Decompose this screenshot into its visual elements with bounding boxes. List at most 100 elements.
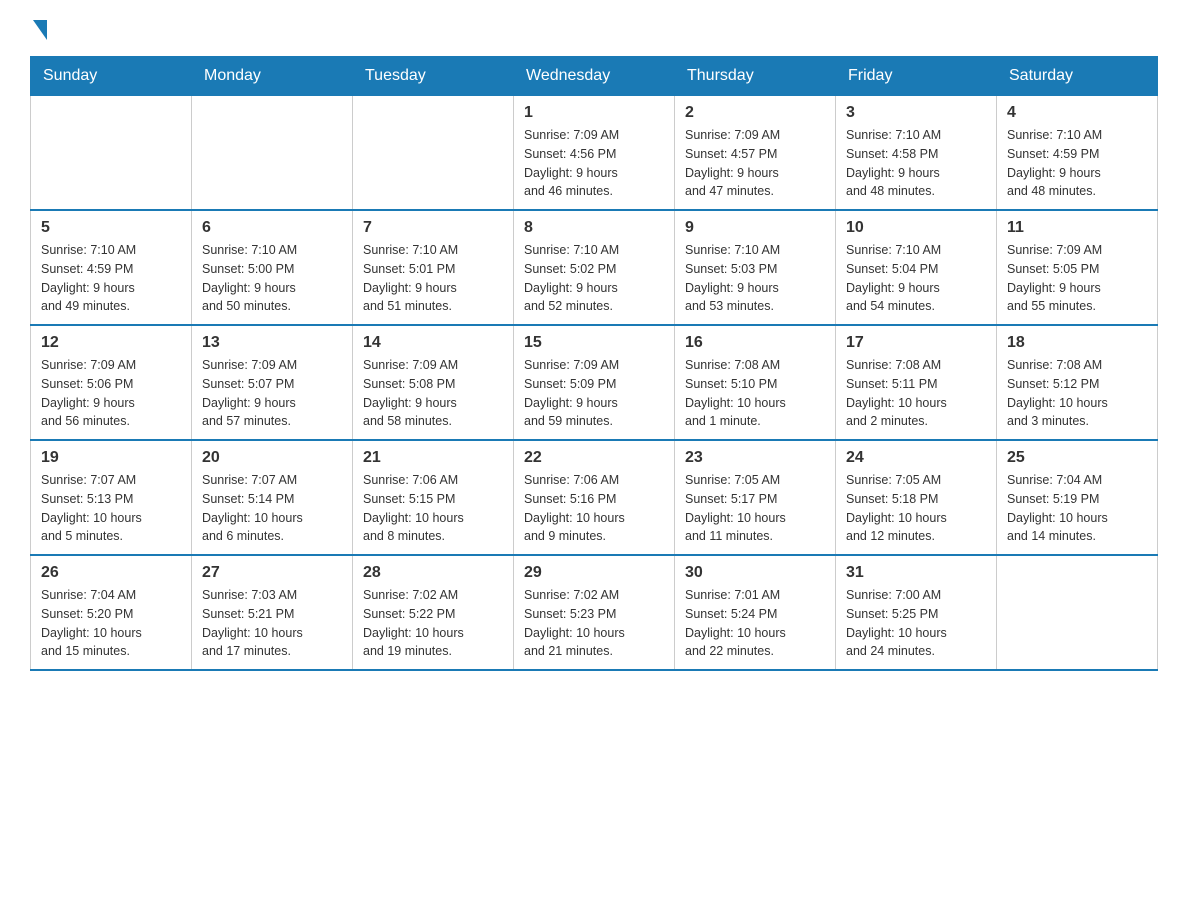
day-info: Sunrise: 7:10 AM Sunset: 4:59 PM Dayligh… bbox=[41, 241, 181, 316]
day-info: Sunrise: 7:02 AM Sunset: 5:22 PM Dayligh… bbox=[363, 586, 503, 661]
weekday-header-row: SundayMondayTuesdayWednesdayThursdayFrid… bbox=[31, 57, 1158, 96]
calendar-cell: 11 Sunrise: 7:09 AM Sunset: 5:05 PM Dayli… bbox=[997, 210, 1158, 325]
day-info: Sunrise: 7:09 AM Sunset: 5:09 PM Dayligh… bbox=[524, 356, 664, 431]
day-info: Sunrise: 7:08 AM Sunset: 5:11 PM Dayligh… bbox=[846, 356, 986, 431]
day-number: 4 bbox=[1007, 104, 1147, 122]
day-info: Sunrise: 7:06 AM Sunset: 5:16 PM Dayligh… bbox=[524, 471, 664, 546]
day-number: 21 bbox=[363, 449, 503, 467]
day-info: Sunrise: 7:04 AM Sunset: 5:19 PM Dayligh… bbox=[1007, 471, 1147, 546]
calendar-cell: 5Sunrise: 7:10 AM Sunset: 4:59 PM Daylig… bbox=[31, 210, 192, 325]
weekday-header-wednesday: Wednesday bbox=[514, 57, 675, 96]
day-number: 23 bbox=[685, 449, 825, 467]
calendar-week-row: 1 Sunrise: 7:09 AM Sunset: 4:56 PM Daylig… bbox=[31, 96, 1158, 211]
day-info: Sunrise: 7:03 AM Sunset: 5:21 PM Dayligh… bbox=[202, 586, 342, 661]
calendar-cell bbox=[192, 96, 353, 211]
day-info: Sunrise: 7:10 AM Sunset: 5:01 PM Dayligh… bbox=[363, 241, 503, 316]
day-info: Sunrise: 7:02 AM Sunset: 5:23 PM Dayligh… bbox=[524, 586, 664, 661]
day-info: Sunrise: 7:05 AM Sunset: 5:17 PM Dayligh… bbox=[685, 471, 825, 546]
day-number: 16 bbox=[685, 334, 825, 352]
calendar-cell: 21 Sunrise: 7:06 AM Sunset: 5:15 PM Dayli… bbox=[353, 440, 514, 555]
calendar-cell: 20 Sunrise: 7:07 AM Sunset: 5:14 PM Dayli… bbox=[192, 440, 353, 555]
day-info: Sunrise: 7:09 AM Sunset: 5:08 PM Dayligh… bbox=[363, 356, 503, 431]
day-info: Sunrise: 7:07 AM Sunset: 5:13 PM Dayligh… bbox=[41, 471, 181, 546]
weekday-header-friday: Friday bbox=[836, 57, 997, 96]
calendar-cell: 6 Sunrise: 7:10 AM Sunset: 5:00 PM Daylig… bbox=[192, 210, 353, 325]
calendar-week-row: 12 Sunrise: 7:09 AM Sunset: 5:06 PM Dayli… bbox=[31, 325, 1158, 440]
calendar-cell: 16 Sunrise: 7:08 AM Sunset: 5:10 PM Dayli… bbox=[675, 325, 836, 440]
page-header bbox=[30, 20, 1158, 36]
calendar-cell: 25 Sunrise: 7:04 AM Sunset: 5:19 PM Dayli… bbox=[997, 440, 1158, 555]
logo bbox=[30, 20, 47, 36]
calendar-cell: 23 Sunrise: 7:05 AM Sunset: 5:17 PM Dayli… bbox=[675, 440, 836, 555]
calendar-cell: 22Sunrise: 7:06 AM Sunset: 5:16 PM Dayli… bbox=[514, 440, 675, 555]
day-number: 11 bbox=[1007, 219, 1147, 237]
day-info: Sunrise: 7:09 AM Sunset: 4:56 PM Dayligh… bbox=[524, 126, 664, 201]
day-info: Sunrise: 7:10 AM Sunset: 5:04 PM Dayligh… bbox=[846, 241, 986, 316]
calendar-cell: 28 Sunrise: 7:02 AM Sunset: 5:22 PM Dayli… bbox=[353, 555, 514, 670]
day-info: Sunrise: 7:08 AM Sunset: 5:10 PM Dayligh… bbox=[685, 356, 825, 431]
logo-arrow-icon bbox=[33, 20, 47, 40]
day-number: 8 bbox=[524, 219, 664, 237]
calendar-cell: 12 Sunrise: 7:09 AM Sunset: 5:06 PM Dayli… bbox=[31, 325, 192, 440]
day-info: Sunrise: 7:09 AM Sunset: 5:05 PM Dayligh… bbox=[1007, 241, 1147, 316]
calendar-cell: 27 Sunrise: 7:03 AM Sunset: 5:21 PM Dayli… bbox=[192, 555, 353, 670]
calendar-cell: 29 Sunrise: 7:02 AM Sunset: 5:23 PM Dayli… bbox=[514, 555, 675, 670]
day-number: 27 bbox=[202, 564, 342, 582]
day-number: 24 bbox=[846, 449, 986, 467]
calendar-cell bbox=[353, 96, 514, 211]
weekday-header-monday: Monday bbox=[192, 57, 353, 96]
calendar-table: SundayMondayTuesdayWednesdayThursdayFrid… bbox=[30, 56, 1158, 671]
day-info: Sunrise: 7:10 AM Sunset: 5:00 PM Dayligh… bbox=[202, 241, 342, 316]
day-number: 20 bbox=[202, 449, 342, 467]
day-info: Sunrise: 7:10 AM Sunset: 5:03 PM Dayligh… bbox=[685, 241, 825, 316]
calendar-cell: 9Sunrise: 7:10 AM Sunset: 5:03 PM Daylig… bbox=[675, 210, 836, 325]
day-number: 25 bbox=[1007, 449, 1147, 467]
calendar-cell: 15 Sunrise: 7:09 AM Sunset: 5:09 PM Dayli… bbox=[514, 325, 675, 440]
calendar-cell bbox=[997, 555, 1158, 670]
day-info: Sunrise: 7:07 AM Sunset: 5:14 PM Dayligh… bbox=[202, 471, 342, 546]
day-number: 26 bbox=[41, 564, 181, 582]
day-number: 13 bbox=[202, 334, 342, 352]
calendar-cell: 18 Sunrise: 7:08 AM Sunset: 5:12 PM Dayli… bbox=[997, 325, 1158, 440]
weekday-header-saturday: Saturday bbox=[997, 57, 1158, 96]
day-number: 15 bbox=[524, 334, 664, 352]
day-info: Sunrise: 7:10 AM Sunset: 4:58 PM Dayligh… bbox=[846, 126, 986, 201]
day-number: 12 bbox=[41, 334, 181, 352]
day-number: 18 bbox=[1007, 334, 1147, 352]
day-info: Sunrise: 7:08 AM Sunset: 5:12 PM Dayligh… bbox=[1007, 356, 1147, 431]
day-number: 3 bbox=[846, 104, 986, 122]
calendar-cell: 14Sunrise: 7:09 AM Sunset: 5:08 PM Dayli… bbox=[353, 325, 514, 440]
calendar-cell: 26 Sunrise: 7:04 AM Sunset: 5:20 PM Dayli… bbox=[31, 555, 192, 670]
calendar-cell bbox=[31, 96, 192, 211]
day-number: 1 bbox=[524, 104, 664, 122]
weekday-header-thursday: Thursday bbox=[675, 57, 836, 96]
day-info: Sunrise: 7:05 AM Sunset: 5:18 PM Dayligh… bbox=[846, 471, 986, 546]
day-number: 7 bbox=[363, 219, 503, 237]
day-number: 28 bbox=[363, 564, 503, 582]
calendar-cell: 30 Sunrise: 7:01 AM Sunset: 5:24 PM Dayli… bbox=[675, 555, 836, 670]
day-info: Sunrise: 7:00 AM Sunset: 5:25 PM Dayligh… bbox=[846, 586, 986, 661]
day-info: Sunrise: 7:01 AM Sunset: 5:24 PM Dayligh… bbox=[685, 586, 825, 661]
day-info: Sunrise: 7:09 AM Sunset: 5:06 PM Dayligh… bbox=[41, 356, 181, 431]
day-number: 6 bbox=[202, 219, 342, 237]
calendar-cell: 13 Sunrise: 7:09 AM Sunset: 5:07 PM Dayli… bbox=[192, 325, 353, 440]
calendar-cell: 17 Sunrise: 7:08 AM Sunset: 5:11 PM Dayli… bbox=[836, 325, 997, 440]
day-number: 30 bbox=[685, 564, 825, 582]
day-info: Sunrise: 7:10 AM Sunset: 5:02 PM Dayligh… bbox=[524, 241, 664, 316]
calendar-cell: 7 Sunrise: 7:10 AM Sunset: 5:01 PM Daylig… bbox=[353, 210, 514, 325]
calendar-cell: 10 Sunrise: 7:10 AM Sunset: 5:04 PM Dayli… bbox=[836, 210, 997, 325]
day-number: 29 bbox=[524, 564, 664, 582]
calendar-cell: 3 Sunrise: 7:10 AM Sunset: 4:58 PM Daylig… bbox=[836, 96, 997, 211]
day-number: 17 bbox=[846, 334, 986, 352]
calendar-cell: 8 Sunrise: 7:10 AM Sunset: 5:02 PM Daylig… bbox=[514, 210, 675, 325]
day-number: 2 bbox=[685, 104, 825, 122]
calendar-week-row: 19Sunrise: 7:07 AM Sunset: 5:13 PM Dayli… bbox=[31, 440, 1158, 555]
day-info: Sunrise: 7:10 AM Sunset: 4:59 PM Dayligh… bbox=[1007, 126, 1147, 201]
day-info: Sunrise: 7:04 AM Sunset: 5:20 PM Dayligh… bbox=[41, 586, 181, 661]
day-info: Sunrise: 7:06 AM Sunset: 5:15 PM Dayligh… bbox=[363, 471, 503, 546]
day-number: 10 bbox=[846, 219, 986, 237]
day-info: Sunrise: 7:09 AM Sunset: 4:57 PM Dayligh… bbox=[685, 126, 825, 201]
calendar-cell: 19Sunrise: 7:07 AM Sunset: 5:13 PM Dayli… bbox=[31, 440, 192, 555]
weekday-header-sunday: Sunday bbox=[31, 57, 192, 96]
day-info: Sunrise: 7:09 AM Sunset: 5:07 PM Dayligh… bbox=[202, 356, 342, 431]
